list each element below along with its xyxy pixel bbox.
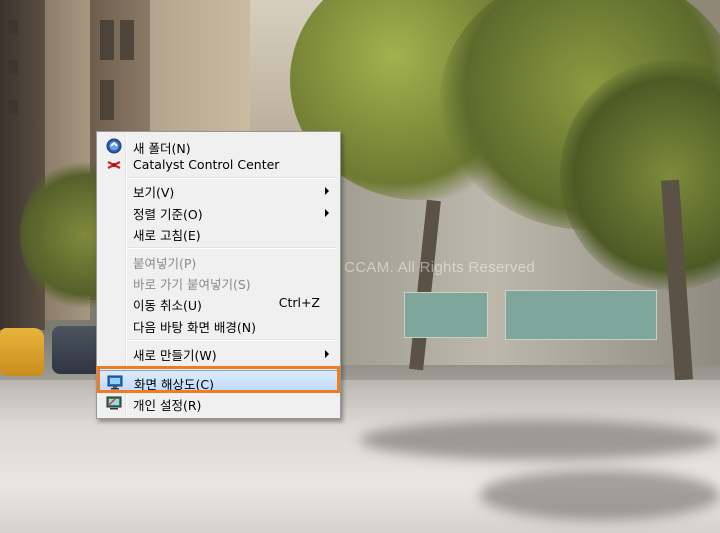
menu-item-next-desktop-background[interactable]: 다음 바탕 화면 배경(N): [99, 314, 338, 336]
desktop-context-menu: 새 폴더(N) Catalyst Control Center 보기(V) 정렬…: [96, 131, 341, 419]
menu-separator: [127, 339, 336, 341]
window: [8, 100, 18, 114]
screen-resolution-icon: [107, 375, 123, 390]
menu-item-refresh[interactable]: 새로 고침(E): [99, 222, 338, 244]
car: [52, 326, 102, 374]
menu-item-label: 새로 고침(E): [133, 228, 201, 243]
menu-item-label: 다음 바탕 화면 배경(N): [133, 320, 257, 335]
menu-item-view[interactable]: 보기(V): [99, 179, 338, 201]
personalize-icon: [106, 396, 122, 410]
menu-item-sort-by[interactable]: 정렬 기준(O): [99, 201, 338, 223]
menu-item-label: Catalyst Control Center: [133, 157, 280, 172]
shop-window: [505, 290, 657, 340]
submenu-arrow-icon: [325, 187, 329, 195]
taxi: [0, 328, 44, 376]
window: [8, 20, 18, 34]
shop-window: [404, 292, 488, 338]
menu-item-label: 이동 취소(U): [133, 298, 202, 313]
road-shadow: [480, 470, 720, 520]
menu-item-catalyst-control-center[interactable]: Catalyst Control Center: [99, 154, 338, 176]
window: [100, 20, 114, 60]
submenu-arrow-icon: [325, 350, 329, 358]
menu-item-undo-move[interactable]: 이동 취소(U) Ctrl+Z: [99, 292, 338, 314]
menu-item-label: 화면 해상도(C): [134, 377, 214, 392]
menu-item-label: 보기(V): [133, 185, 175, 200]
menu-item-label: 바로 가기 붙여넣기(S): [133, 277, 251, 292]
menu-item-label: 붙여넣기(P): [133, 256, 197, 271]
menu-item-screen-resolution[interactable]: 화면 해상도(C): [99, 370, 338, 392]
catalyst-icon: [107, 161, 121, 169]
menu-item-label: 정렬 기준(O): [133, 207, 203, 222]
menu-item-new[interactable]: 새로 만들기(W): [99, 342, 338, 364]
menu-item-paste: 붙여넣기(P): [99, 250, 338, 272]
submenu-arrow-icon: [325, 209, 329, 217]
menu-item-label: 새로 만들기(W): [133, 348, 217, 363]
new-folder-icon: [106, 138, 122, 154]
menu-separator: [127, 367, 336, 369]
menu-separator: [127, 247, 336, 249]
building: [150, 0, 250, 140]
window: [100, 80, 114, 120]
window: [8, 60, 18, 74]
road-shadow: [360, 420, 720, 460]
menu-item-paste-shortcut: 바로 가기 붙여넣기(S): [99, 271, 338, 293]
menu-item-personalize[interactable]: 개인 설정(R): [99, 392, 338, 414]
window: [120, 20, 134, 60]
menu-item-shortcut: Ctrl+Z: [278, 295, 320, 310]
menu-item-label: 개인 설정(R): [133, 398, 202, 413]
